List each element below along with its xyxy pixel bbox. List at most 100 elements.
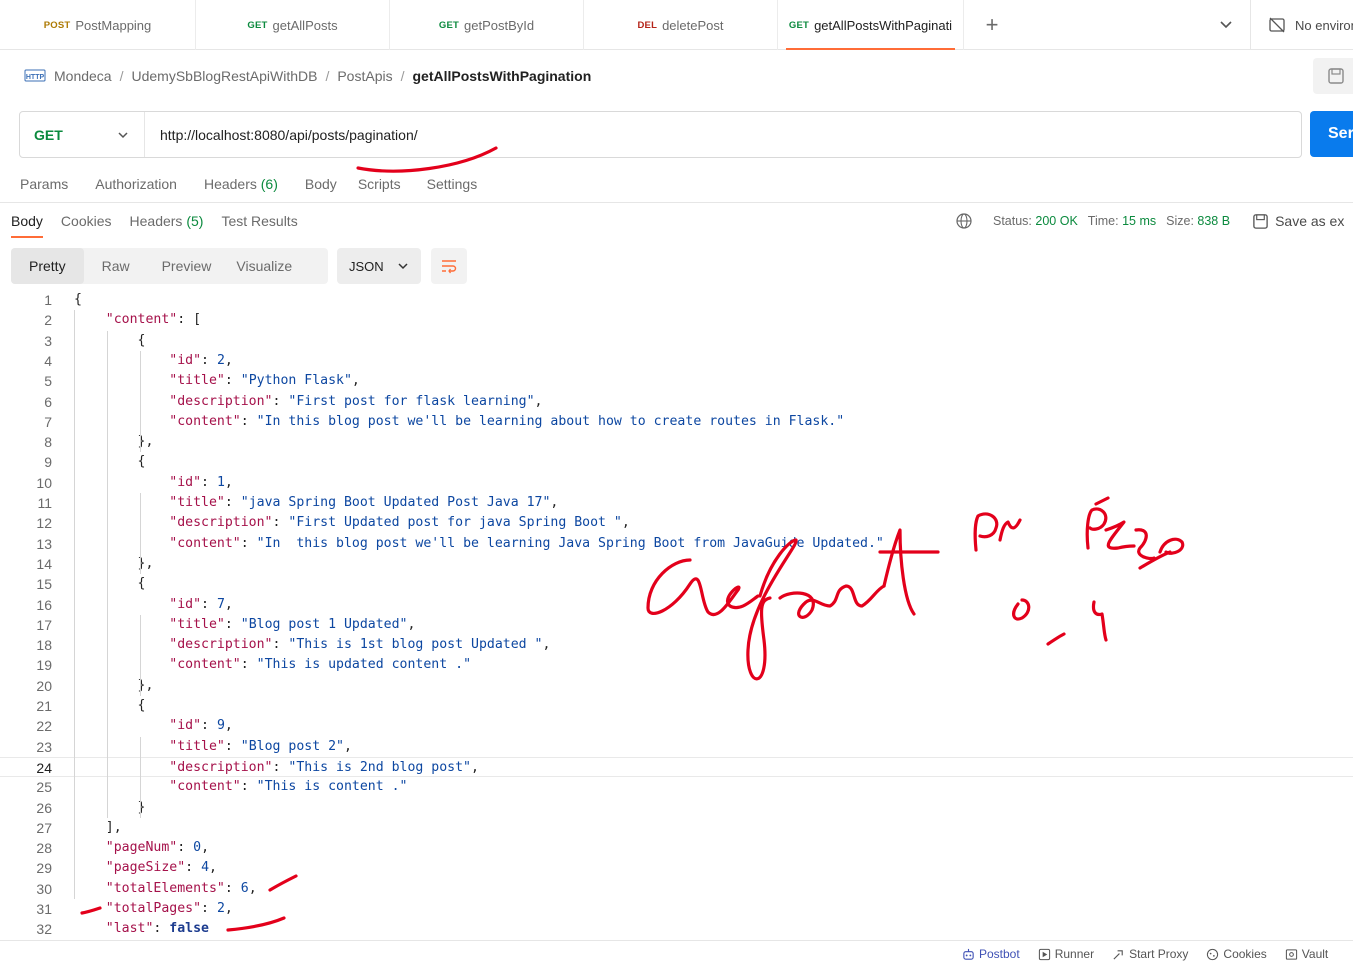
- globe-icon[interactable]: [955, 212, 973, 230]
- footer-start-proxy[interactable]: Start Proxy: [1112, 947, 1188, 961]
- line-number: 32: [36, 921, 52, 938]
- breadcrumb-current[interactable]: getAllPostsWithPagination: [412, 68, 591, 84]
- postbot-icon: [963, 948, 974, 960]
- http-icon: HTTP: [24, 69, 46, 82]
- view-raw[interactable]: Raw: [84, 248, 130, 284]
- response-size: Size: 838 B: [1166, 214, 1230, 228]
- code-text: "description": "This is 1st blog post Up…: [169, 637, 551, 653]
- tab-response-headers[interactable]: Headers (5): [130, 213, 204, 229]
- line-number: 29: [36, 860, 52, 877]
- wrap-lines-button[interactable]: [431, 248, 467, 284]
- save-button[interactable]: [1313, 58, 1353, 94]
- tab-response-body[interactable]: Body: [11, 213, 43, 238]
- code-line: 13 "content": "In this blog post we'll b…: [0, 534, 1353, 554]
- code-text: "content": "This is updated content .": [169, 657, 472, 673]
- code-text: {: [74, 576, 146, 592]
- code-line: 24 "description": "This is 2nd blog post…: [0, 756, 1353, 778]
- no-environment-icon: [1269, 17, 1285, 33]
- send-button[interactable]: Ser: [1310, 111, 1353, 157]
- vault-icon: [1285, 948, 1297, 960]
- chevron-down-icon[interactable]: [1217, 17, 1235, 33]
- code-text: ],: [74, 819, 122, 835]
- tab-response-headers-count: (5): [186, 213, 204, 229]
- code-line: 4 "id": 2,: [0, 351, 1353, 371]
- footer-vault[interactable]: Vault: [1285, 947, 1328, 961]
- tab-response-cookies[interactable]: Cookies: [61, 213, 112, 229]
- tab-getallposts[interactable]: GET getAllPosts: [196, 0, 390, 50]
- format-value: JSON: [349, 258, 384, 274]
- tab-label: PostMapping: [75, 17, 152, 33]
- code-line: 28 "pageNum": 0,: [0, 838, 1353, 858]
- line-number: 22: [36, 718, 52, 735]
- line-number: 7: [44, 413, 52, 430]
- line-number: 2: [44, 312, 52, 329]
- code-text: "title": "Python Flask",: [169, 373, 360, 389]
- code-text: "content": "This is content .": [169, 779, 408, 795]
- line-number: 24: [36, 759, 52, 776]
- footer-runner[interactable]: Runner: [1038, 947, 1094, 961]
- tab-getallpostswithpagination[interactable]: GET getAllPostsWithPaginati: [778, 0, 964, 50]
- line-number: 13: [36, 535, 52, 552]
- line-number: 4: [44, 352, 52, 369]
- indent-guide: [140, 614, 141, 696]
- chevron-down-icon: [398, 263, 408, 270]
- tab-label: getAllPostsWithPaginati: [814, 17, 953, 33]
- code-text: },: [74, 434, 154, 450]
- tab-postmapping[interactable]: POST PostMapping: [0, 0, 196, 50]
- line-number: 10: [36, 474, 52, 491]
- footer-cookies[interactable]: Cookies: [1206, 947, 1267, 961]
- code-text: {: [74, 332, 146, 348]
- tab-headers[interactable]: Headers (6): [204, 176, 278, 192]
- tab-authorization[interactable]: Authorization: [95, 176, 177, 192]
- line-number: 30: [36, 880, 52, 897]
- footer-postbot[interactable]: Postbot: [962, 947, 1020, 961]
- new-tab-plus-icon[interactable]: +: [982, 14, 1002, 36]
- code-text: "totalElements": 6,: [105, 880, 257, 896]
- line-number: 14: [36, 555, 52, 572]
- environment-label: No environ: [1295, 17, 1353, 33]
- status-label: Status:: [993, 214, 1032, 228]
- breadcrumb-workspace[interactable]: Mondeca: [54, 68, 112, 84]
- view-pretty[interactable]: Pretty: [11, 248, 84, 284]
- code-text: "totalPages": 2,: [105, 901, 233, 916]
- url-bar: GET http://localhost:8080/api/posts/pagi…: [19, 111, 1302, 158]
- environment-selector[interactable]: No environ: [1250, 0, 1353, 50]
- tab-method: GET: [788, 19, 810, 31]
- runner-icon: [1038, 948, 1050, 960]
- breadcrumb-folder[interactable]: PostApis: [337, 68, 392, 84]
- code-text: }: [74, 799, 146, 815]
- tab-settings[interactable]: Settings: [427, 176, 478, 192]
- response-time: Time: 15 ms: [1088, 214, 1156, 228]
- code-text: "id": 7,: [169, 596, 233, 612]
- tab-body[interactable]: Body: [305, 176, 337, 192]
- tab-getpostbyid[interactable]: GET getPostById: [390, 0, 584, 50]
- code-line: 7 "content": "In this blog post we'll be…: [0, 412, 1353, 432]
- breadcrumb-collection[interactable]: UdemySbBlogRestApiWithDB: [131, 68, 317, 84]
- method-select[interactable]: GET: [20, 112, 145, 157]
- view-visualize[interactable]: Visualize: [211, 248, 292, 284]
- time-value: 15 ms: [1122, 214, 1157, 228]
- save-as-label: Save as ex: [1275, 213, 1345, 229]
- tab-params[interactable]: Params: [20, 176, 68, 192]
- tab-test-results[interactable]: Test Results: [221, 213, 297, 229]
- breadcrumb-separator: /: [119, 68, 124, 84]
- line-number: 12: [36, 515, 52, 532]
- tab-scripts[interactable]: Scripts: [358, 176, 401, 192]
- breadcrumb-separator: /: [325, 68, 330, 84]
- format-select[interactable]: JSON: [337, 248, 421, 284]
- line-number: 8: [44, 434, 52, 451]
- tab-method: DEL: [637, 19, 658, 31]
- response-body-viewer[interactable]: 1{2 "content": [3 {4 "id": 2, 5 "title": …: [0, 288, 1353, 938]
- code-line: 11 "title": "java Spring Boot Updated Po…: [0, 493, 1353, 513]
- tab-deletepost[interactable]: DEL deletePost: [584, 0, 778, 50]
- view-preview[interactable]: Preview: [130, 248, 212, 284]
- code-text: {: [74, 454, 146, 470]
- save-as-example-button[interactable]: Save as ex: [1252, 213, 1344, 230]
- code-line: 12 "description": "First Updated post fo…: [0, 513, 1353, 533]
- line-number: 18: [36, 637, 52, 654]
- code-line: 22 "id": 9,: [0, 716, 1353, 736]
- footer-proxy-label: Start Proxy: [1129, 947, 1189, 961]
- code-text: {: [74, 698, 146, 713]
- url-input[interactable]: http://localhost:8080/api/posts/paginati…: [145, 127, 418, 143]
- code-text: "id": 9,: [169, 718, 233, 734]
